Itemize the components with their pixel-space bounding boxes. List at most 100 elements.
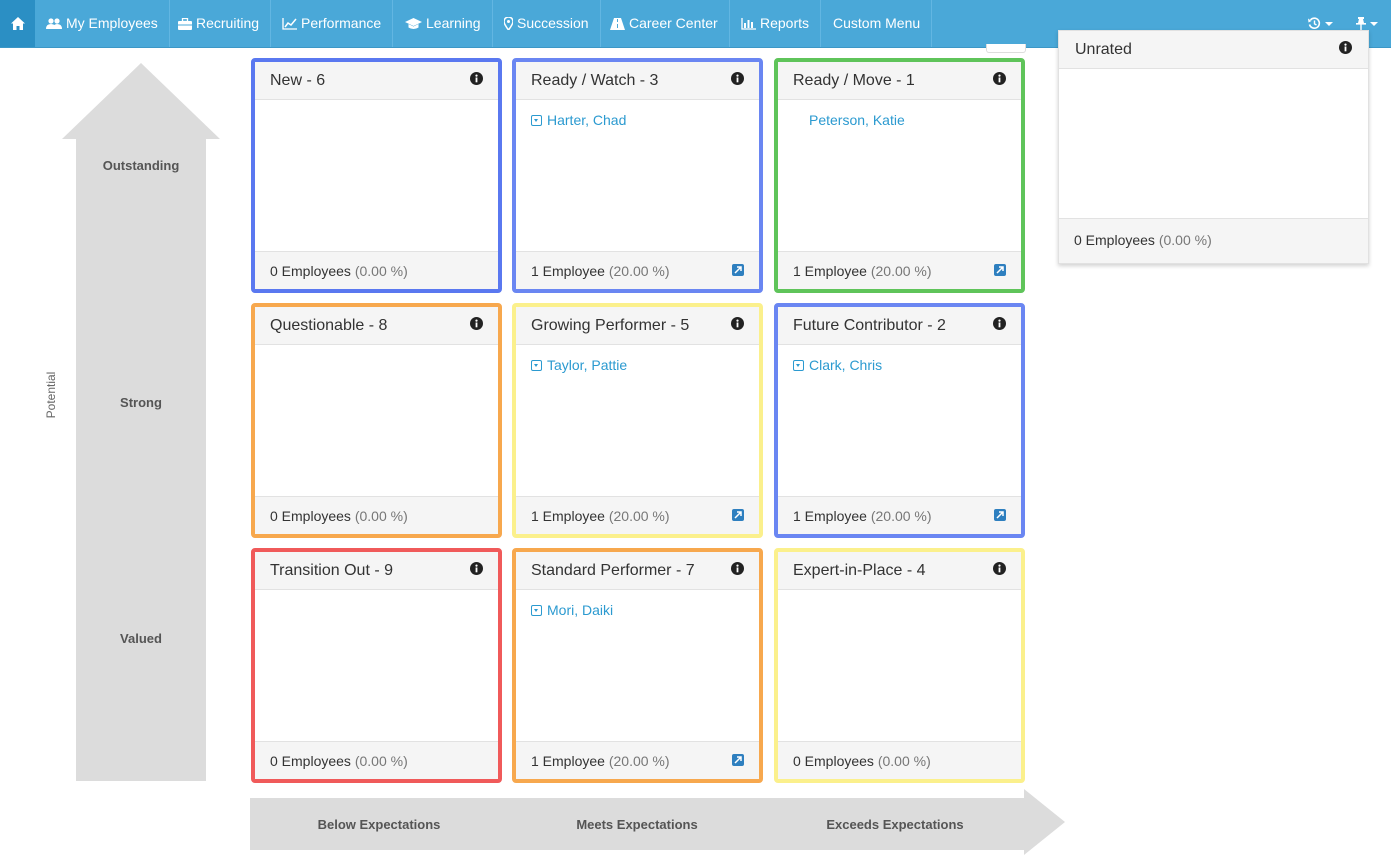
unrated-panel: Unrated 0 Employees (0.00 %) [1058,30,1369,264]
nav-label: Learning [426,15,481,31]
expand-toggle-icon[interactable] [531,115,542,126]
tab-handle[interactable] [986,44,1026,53]
chevron-down-icon [1325,22,1333,26]
road-icon [610,18,625,30]
nav-label: Career Center [629,15,718,31]
pin-icon [1356,17,1366,30]
employee-count: 1 Employee (20.00 %) [531,753,670,769]
box-header: Standard Performer - 7 [516,552,759,590]
history-icon [1308,17,1321,29]
info-icon[interactable] [731,72,744,85]
nav-label: My Employees [66,15,158,31]
unrated-title: Unrated [1075,41,1132,58]
employee-link[interactable]: Peterson, Katie [809,112,905,128]
box-footer: 0 Employees (0.00 %) [255,496,498,534]
info-icon[interactable] [993,72,1006,85]
potential-axis-title: Potential [44,371,58,419]
external-link-icon[interactable] [732,264,744,276]
info-icon[interactable] [993,317,1006,330]
employee-count: 1 Employee (20.00 %) [531,508,670,524]
grid-box-future-contributor: Future Contributor - 2 Clark, Chris 1 Em… [774,303,1025,538]
employee-count: 0 Employees (0.00 %) [270,753,408,769]
employee-percent: (0.00 %) [877,753,931,769]
box-title: Transition Out - 9 [270,562,394,579]
chevron-down-icon [1370,22,1378,26]
grid-box-questionable: Questionable - 8 0 Employees (0.00 %) [251,303,502,538]
potential-level-outstanding: Outstanding [102,158,180,173]
employee-link[interactable]: Taylor, Pattie [531,357,627,373]
home-button[interactable] [0,0,35,47]
employee-count: 1 Employee (20.00 %) [531,263,670,279]
employee-percent: (20.00 %) [608,753,670,769]
box-header: Future Contributor - 2 [778,307,1021,345]
info-icon[interactable] [993,562,1006,575]
box-footer: 0 Employees (0.00 %) [778,741,1021,779]
box-title: Future Contributor - 2 [793,317,946,334]
nav-label: Recruiting [196,15,260,31]
grid-box-new: New - 6 0 Employees (0.00 %) [251,58,502,293]
employee-percent: (20.00 %) [870,508,932,524]
box-header: New - 6 [255,62,498,100]
employee-link[interactable]: Clark, Chris [793,357,882,373]
expand-toggle-icon[interactable] [531,360,542,371]
info-icon[interactable] [470,317,483,330]
info-icon[interactable] [470,72,483,85]
line-chart-icon [282,18,297,30]
performance-level-exceeds: Exceeds Expectations [826,817,964,832]
unrated-footer: 0 Employees (0.00 %) [1059,218,1368,263]
nav-career-center[interactable]: Career Center [599,0,730,47]
nav-reports[interactable]: Reports [730,0,822,47]
box-header: Expert-in-Place - 4 [778,552,1021,590]
external-link-icon[interactable] [994,264,1006,276]
info-icon[interactable] [731,317,744,330]
employee-count: 0 Employees (0.00 %) [270,508,408,524]
employee-count: 1 Employee (20.00 %) [793,263,932,279]
grid-box-transition-out: Transition Out - 9 0 Employees (0.00 %) [251,548,502,783]
employee-count: 0 Employees (0.00 %) [270,263,408,279]
graduation-cap-icon [405,18,422,29]
employee-count: 1 Employee (20.00 %) [793,508,932,524]
box-header: Growing Performer - 5 [516,307,759,345]
unrated-header: Unrated [1059,31,1368,69]
nav-learning[interactable]: Learning [394,0,493,47]
info-icon[interactable] [1339,41,1352,54]
employee-percent: (0.00 %) [354,753,408,769]
employee-link[interactable]: Harter, Chad [531,112,626,128]
performance-level-below: Below Expectations [317,817,441,832]
nav-my-employees[interactable]: My Employees [35,0,170,47]
employee-count: 0 Employees (0.00 %) [793,753,931,769]
nav-succession[interactable]: Succession [493,0,601,47]
box-title: Expert-in-Place - 4 [793,562,926,579]
nav-label: Succession [517,15,589,31]
box-title: Standard Performer - 7 [531,562,695,579]
employee-percent: (20.00 %) [608,263,670,279]
nav-label: Reports [760,15,810,31]
box-title: Questionable - 8 [270,317,388,334]
box-footer: 1 Employee (20.00 %) [516,496,759,534]
map-marker-icon [503,16,514,32]
expand-toggle-icon[interactable] [531,605,542,616]
expand-toggle-icon[interactable] [793,360,804,371]
bar-chart-icon [741,18,756,30]
info-icon[interactable] [470,562,483,575]
box-title: Ready / Watch - 3 [531,72,659,89]
box-title: Ready / Move - 1 [793,72,915,89]
users-icon [46,18,62,29]
nav-recruiting[interactable]: Recruiting [167,0,272,47]
employee-link[interactable]: Mori, Daiki [531,602,613,618]
nav-custom-menu[interactable]: Custom Menu [822,0,933,47]
external-link-icon[interactable] [732,754,744,766]
box-header: Ready / Move - 1 [778,62,1021,100]
nav-performance[interactable]: Performance [271,0,394,47]
grid-box-ready-move: Ready / Move - 1 Peterson, Katie 1 Emplo… [774,58,1025,293]
box-footer: 1 Employee (20.00 %) [516,741,759,779]
box-header: Transition Out - 9 [255,552,498,590]
box-footer: 1 Employee (20.00 %) [778,496,1021,534]
info-icon[interactable] [731,562,744,575]
home-icon [10,17,25,30]
employee-percent: (20.00 %) [870,263,932,279]
employee-count: 0 Employees (0.00 %) [1074,232,1212,248]
grid-box-growing-performer: Growing Performer - 5 Taylor, Pattie 1 E… [512,303,763,538]
external-link-icon[interactable] [732,509,744,521]
external-link-icon[interactable] [994,509,1006,521]
